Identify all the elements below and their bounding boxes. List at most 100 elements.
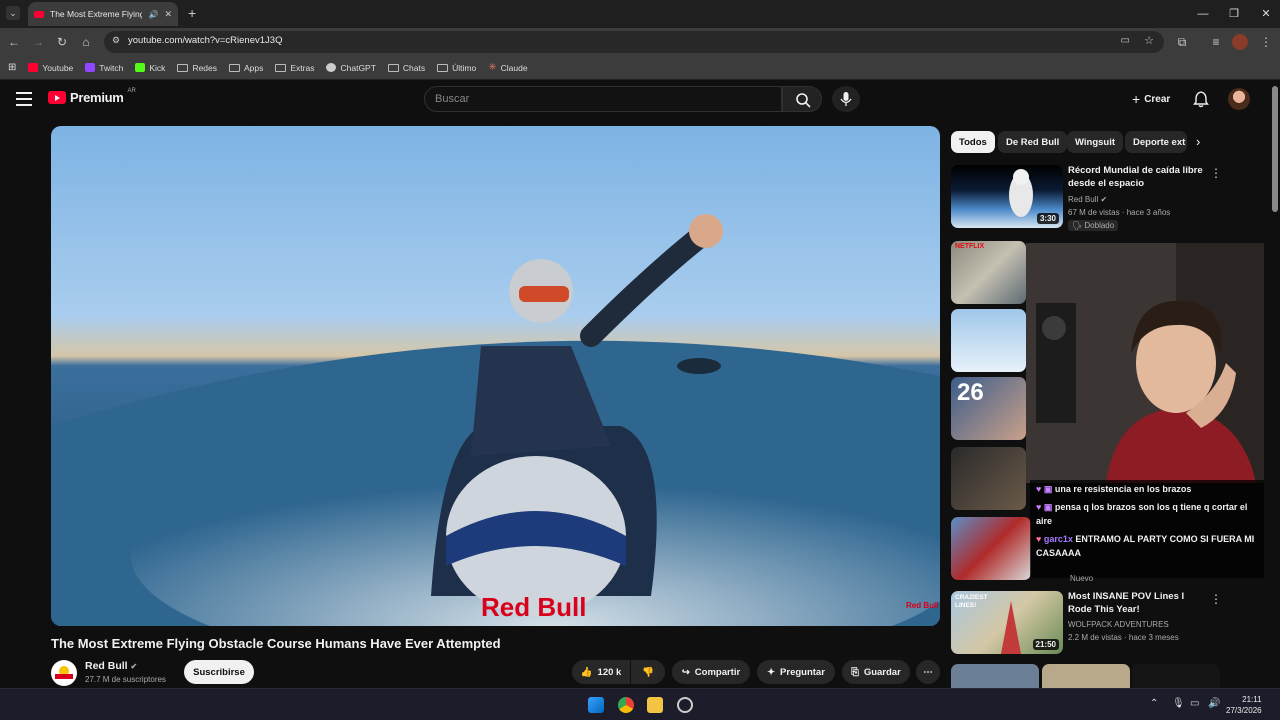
audio-icon[interactable]: 🔊	[148, 10, 158, 19]
menu-icon[interactable]: ⋮	[1258, 34, 1274, 50]
rec-title[interactable]: Most INSANE POV Lines I Rode This Year!	[1068, 591, 1208, 616]
rec-thumbnail[interactable]: NETFLIX	[951, 241, 1026, 304]
bookmark-chats[interactable]: Chats	[387, 62, 426, 73]
youtube-premium-logo[interactable]: Premium AR	[48, 87, 136, 105]
tab-title: The Most Extreme Flying O	[50, 9, 143, 19]
home-icon[interactable]: ⌂	[78, 34, 94, 50]
rec-title[interactable]: Récord Mundial de caída libre desde el e…	[1068, 165, 1208, 190]
rec-thumbnail[interactable]	[951, 517, 1031, 580]
rec-thumbnail[interactable]	[951, 664, 1039, 688]
tray-chevron-icon[interactable]: ⌃	[1150, 698, 1158, 709]
rec-channel[interactable]: WOLFPACK ADVENTURES	[1068, 620, 1169, 629]
chip-todos[interactable]: Todos	[951, 131, 995, 153]
bookmark-icon: ⎘	[851, 666, 859, 678]
folder-icon	[437, 63, 449, 72]
video-title: The Most Extreme Flying Obstacle Course …	[51, 636, 501, 651]
create-button[interactable]: + Crear	[1126, 88, 1176, 110]
file-explorer-icon[interactable]	[647, 697, 663, 713]
site-info-icon[interactable]: ⚙	[112, 35, 120, 46]
channel-name[interactable]: Red Bull ✔	[85, 660, 137, 672]
chip-de-red-bull[interactable]: De Red Bull	[998, 131, 1068, 153]
profile-avatar[interactable]	[1232, 34, 1248, 50]
chip-wingsuit[interactable]: Wingsuit	[1067, 131, 1124, 153]
rec-channel-text: Red Bull	[1068, 195, 1099, 204]
folder-icon	[275, 63, 287, 72]
verified-icon: ✔	[130, 662, 138, 671]
cast-icon[interactable]: ▭	[1121, 35, 1130, 46]
bookmark-star-icon[interactable]: ☆	[1144, 34, 1154, 47]
rec-thumbnail[interactable]	[1132, 664, 1220, 688]
ask-button[interactable]: ✦ Preguntar	[757, 660, 835, 684]
bookmark-ultimo[interactable]: Último	[437, 63, 476, 73]
rec-menu-icon[interactable]: ⋮	[1210, 592, 1222, 606]
volume-icon[interactable]: 🔊	[1208, 698, 1220, 709]
badge-text: Doblado	[1084, 221, 1115, 230]
video-player[interactable]: Red Bull Red Bull	[51, 126, 940, 626]
bookmark-label: Twitch	[99, 62, 124, 73]
bookmark-apps[interactable]: Apps	[229, 63, 263, 73]
rec-thumbnail[interactable]	[951, 309, 1026, 372]
rec-thumbnail[interactable]	[951, 447, 1026, 510]
new-badge: Nuevo	[1070, 574, 1094, 583]
search-input[interactable]: Buscar	[424, 86, 782, 112]
bookmark-kick[interactable]: Kick	[135, 63, 165, 73]
bookmark-chatgpt[interactable]: ChatGPT	[326, 63, 376, 73]
system-clock[interactable]: 21:11 27/3/2026	[1226, 694, 1262, 716]
svg-text:Red Bull: Red Bull	[481, 592, 586, 622]
subscribe-button[interactable]: Suscribirse	[184, 660, 254, 684]
reload-icon[interactable]: ↻	[54, 34, 70, 50]
page-scrollbar[interactable]	[1272, 86, 1278, 212]
close-window-button[interactable]: ✕	[1256, 4, 1276, 24]
country-code: AR	[127, 87, 136, 94]
chatgpt-icon	[326, 63, 337, 72]
chrome-icon[interactable]	[618, 697, 634, 713]
bookmark-claude[interactable]: ✳ Claude	[488, 62, 527, 73]
search-button[interactable]	[782, 86, 822, 112]
hamburger-menu-icon[interactable]	[16, 92, 32, 106]
rec-thumbnail[interactable]: CRAZIEST LINES! 21:50	[951, 591, 1063, 654]
browser-tab[interactable]: The Most Extreme Flying O 🔊 ✕	[28, 2, 178, 26]
bookmark-label: Chats	[402, 62, 426, 73]
restore-button[interactable]: ❐	[1224, 4, 1244, 24]
save-button[interactable]: ⎘ Guardar	[842, 660, 910, 684]
svg-text:Red Bull: Red Bull	[906, 601, 938, 610]
close-tab-icon[interactable]: ✕	[164, 9, 172, 20]
voice-search-button[interactable]	[832, 86, 860, 112]
bookmark-youtube[interactable]: Youtube	[28, 63, 73, 73]
more-actions-button[interactable]: ⋯	[916, 660, 940, 684]
address-bar[interactable]: ⚙ youtube.com/watch?v=cRienev1J3Q ▭ ☆	[104, 31, 1164, 53]
rec-channel[interactable]: Red Bull ✔	[1068, 195, 1107, 204]
rec-thumbnail[interactable]: 3:30	[951, 165, 1063, 228]
like-button[interactable]: 👍 120 k	[572, 660, 630, 684]
back-icon[interactable]: ←	[6, 34, 22, 50]
chat-text: pensa q los brazos son los q tiene q cor…	[1036, 502, 1248, 526]
chip-deporte-extremo[interactable]: Deporte ext	[1125, 131, 1187, 153]
create-label: Crear	[1144, 93, 1171, 105]
rec-thumbnail[interactable]	[1042, 664, 1130, 688]
bookmark-redes[interactable]: Redes	[177, 63, 217, 73]
notifications-bell-icon[interactable]	[1192, 90, 1210, 108]
extensions-icon[interactable]: ⧉	[1174, 34, 1190, 50]
rec-menu-icon[interactable]: ⋮	[1210, 166, 1222, 180]
share-button[interactable]: ↪ Compartir	[672, 660, 750, 684]
new-tab-button[interactable]: +	[188, 5, 196, 21]
kick-icon	[135, 63, 146, 72]
rec-thumbnail[interactable]: 26	[951, 377, 1026, 440]
apps-grid-icon[interactable]: ⊞	[8, 62, 16, 73]
dislike-button[interactable]: 👎	[631, 660, 665, 684]
forward-icon[interactable]: →	[30, 34, 46, 50]
bookmark-label: Extras	[290, 62, 315, 73]
twitch-icon	[85, 63, 96, 72]
tab-search-button[interactable]: ⌄	[6, 6, 20, 20]
windows-start-icon[interactable]	[588, 697, 604, 713]
minimize-button[interactable]: —	[1193, 4, 1213, 24]
user-avatar[interactable]	[1228, 88, 1250, 110]
app-icon[interactable]	[677, 697, 693, 713]
chevron-right-icon[interactable]: ›	[1196, 134, 1200, 149]
microphone-tray-icon[interactable]: 🎙	[1172, 698, 1185, 709]
network-icon[interactable]: ▭	[1190, 698, 1199, 709]
bookmark-extras[interactable]: Extras	[275, 63, 314, 73]
channel-avatar[interactable]	[51, 660, 77, 686]
bookmark-twitch[interactable]: Twitch	[85, 63, 123, 73]
reading-list-icon[interactable]: ≡	[1208, 34, 1224, 50]
